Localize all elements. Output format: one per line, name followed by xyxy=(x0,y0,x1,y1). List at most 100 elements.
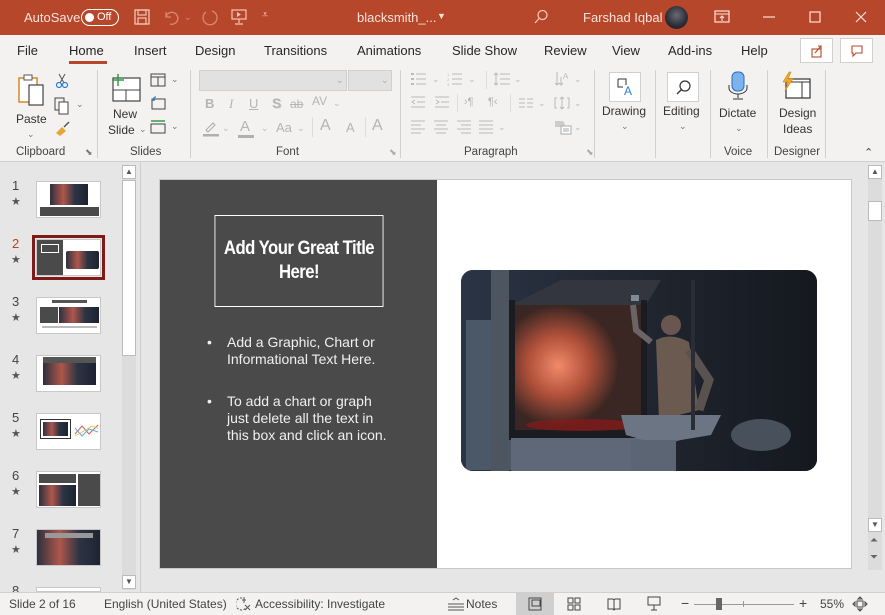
dictate-button[interactable]: Dictate ⌄ xyxy=(716,70,762,136)
share-button[interactable] xyxy=(800,38,833,63)
decrease-indent-icon[interactable] xyxy=(410,96,426,108)
accessibility-status[interactable]: Accessibility: Investigate xyxy=(255,597,385,611)
scroll-thumb[interactable] xyxy=(868,201,882,221)
close-icon[interactable] xyxy=(852,8,870,26)
clipboard-launcher-icon[interactable]: ⬊ xyxy=(85,147,93,158)
ltr-icon[interactable]: ›¶ xyxy=(464,96,474,108)
smartart-icon[interactable] xyxy=(554,119,572,135)
tab-slide-show[interactable]: Slide Show xyxy=(452,43,517,58)
scroll-down-arrow-icon[interactable]: ▼ xyxy=(122,575,136,589)
justify-icon[interactable] xyxy=(478,120,494,134)
paste-button[interactable]: Paste ⌄ xyxy=(12,71,48,139)
thumbnail-scrollbar[interactable]: ▲ ▼ xyxy=(122,165,136,590)
fit-to-window-icon[interactable] xyxy=(852,596,868,612)
slide-show-icon[interactable] xyxy=(647,596,661,612)
next-slide-icon[interactable]: ⏷ xyxy=(870,552,878,563)
ribbon-display-options-icon[interactable] xyxy=(713,8,731,26)
underline-button[interactable]: U xyxy=(249,96,258,111)
undo-icon[interactable] xyxy=(162,8,180,26)
bullets-icon[interactable] xyxy=(410,72,428,86)
italic-button[interactable]: I xyxy=(229,96,233,112)
scroll-thumb[interactable] xyxy=(122,180,136,356)
section-icon[interactable] xyxy=(150,120,166,134)
scroll-up-arrow-icon[interactable]: ▲ xyxy=(122,165,136,179)
autosave-toggle[interactable]: Off xyxy=(81,9,119,26)
align-left-icon[interactable] xyxy=(410,120,426,134)
layout-icon[interactable] xyxy=(150,73,166,87)
comments-button[interactable] xyxy=(840,38,873,63)
text-shadow-button[interactable]: S xyxy=(272,95,281,111)
minimize-icon[interactable] xyxy=(760,8,778,26)
slide-thumbnail-5[interactable] xyxy=(36,413,101,450)
slide-scrollbar[interactable]: ▲ ▼ ⏶ ⏷ xyxy=(868,165,882,570)
tab-insert[interactable]: Insert xyxy=(134,43,167,58)
search-icon[interactable] xyxy=(532,8,550,26)
reset-slide-icon[interactable] xyxy=(150,96,166,110)
tab-animations[interactable]: Animations xyxy=(357,43,421,58)
tab-review[interactable]: Review xyxy=(544,43,587,58)
maximize-icon[interactable] xyxy=(806,8,824,26)
slide-thumbnail-7[interactable] xyxy=(36,529,101,566)
layout-dropdown-icon[interactable]: ⌄ xyxy=(171,74,179,85)
previous-slide-icon[interactable]: ⏶ xyxy=(870,535,878,546)
new-slide-dropdown-icon[interactable]: ⌄ xyxy=(139,124,147,135)
paragraph-launcher-icon[interactable]: ⬊ xyxy=(586,147,594,158)
font-launcher-icon[interactable]: ⬊ xyxy=(389,147,397,158)
reading-view-icon[interactable] xyxy=(607,597,621,611)
language-indicator[interactable]: English (United States) xyxy=(104,597,227,611)
format-painter-icon[interactable] xyxy=(54,119,72,137)
rtl-icon[interactable]: ¶‹ xyxy=(488,96,498,108)
align-text-icon[interactable] xyxy=(553,94,571,112)
zoom-in-button[interactable]: + xyxy=(799,595,807,611)
align-right-icon[interactable] xyxy=(456,120,472,134)
slide-thumbnail-3[interactable] xyxy=(36,297,101,334)
slide-thumbnail-1[interactable] xyxy=(36,181,101,218)
cut-icon[interactable] xyxy=(55,73,69,89)
increase-font-size-button[interactable]: A xyxy=(320,117,331,135)
save-icon[interactable] xyxy=(133,8,151,26)
drawing-button[interactable]: A Drawing ⌄ xyxy=(601,70,649,136)
title-dropdown-icon[interactable]: ▼ xyxy=(437,11,446,21)
increase-indent-icon[interactable] xyxy=(434,96,450,108)
redo-icon[interactable] xyxy=(200,8,218,26)
editing-button[interactable]: Editing ⌄ xyxy=(661,70,706,136)
notes-button[interactable]: Notes xyxy=(447,594,499,614)
tab-add-ins[interactable]: Add-ins xyxy=(668,43,712,58)
text-direction-icon[interactable]: A xyxy=(554,71,570,87)
slide-thumbnail-4[interactable] xyxy=(36,355,101,392)
zoom-out-button[interactable]: − xyxy=(681,595,689,611)
design-ideas-button[interactable]: Design Ideas xyxy=(774,70,820,140)
clear-formatting-icon[interactable]: A xyxy=(372,117,383,135)
line-spacing-icon[interactable] xyxy=(493,72,511,86)
zoom-slider-track[interactable] xyxy=(694,604,794,605)
character-spacing-button[interactable]: AV xyxy=(312,94,327,108)
columns-icon[interactable] xyxy=(518,98,534,108)
tab-design[interactable]: Design xyxy=(195,43,235,58)
decrease-font-size-button[interactable]: A xyxy=(346,120,355,135)
highlight-icon[interactable] xyxy=(202,119,220,137)
blacksmith-photo[interactable] xyxy=(461,270,817,471)
numbering-icon[interactable]: 123 xyxy=(446,72,464,86)
avatar[interactable] xyxy=(665,6,688,29)
tab-view[interactable]: View xyxy=(612,43,640,58)
align-center-icon[interactable] xyxy=(433,120,449,134)
copy-dropdown-icon[interactable]: ⌄ xyxy=(76,99,84,110)
slide-title-box[interactable]: Add Your Great Title Here! xyxy=(214,215,384,307)
font-size-select[interactable]: ⌄ xyxy=(348,70,392,91)
change-case-button[interactable]: Aa xyxy=(276,120,292,135)
strikethrough-button[interactable]: ab xyxy=(290,97,303,111)
current-slide[interactable]: Add Your Great Title Here! • Add a Graph… xyxy=(159,179,852,569)
collapse-ribbon-icon[interactable]: ⌃ xyxy=(864,146,873,159)
tab-help[interactable]: Help xyxy=(741,43,768,58)
font-color-button[interactable]: A xyxy=(240,118,250,135)
present-icon[interactable] xyxy=(230,8,248,26)
section-dropdown-icon[interactable]: ⌄ xyxy=(171,121,179,132)
user-name[interactable]: Farshad Iqbal xyxy=(583,10,663,25)
slide-sorter-icon[interactable] xyxy=(567,597,581,611)
new-slide-button[interactable]: New Slide ⌄ xyxy=(106,71,147,139)
document-title[interactable]: blacksmith_... xyxy=(357,10,436,25)
paste-dropdown-icon[interactable]: ⌄ xyxy=(27,129,35,140)
slide-thumbnail-6[interactable] xyxy=(36,471,101,508)
tab-file[interactable]: File xyxy=(17,43,38,58)
undo-dropdown-icon[interactable]: ⌄ xyxy=(184,12,192,23)
